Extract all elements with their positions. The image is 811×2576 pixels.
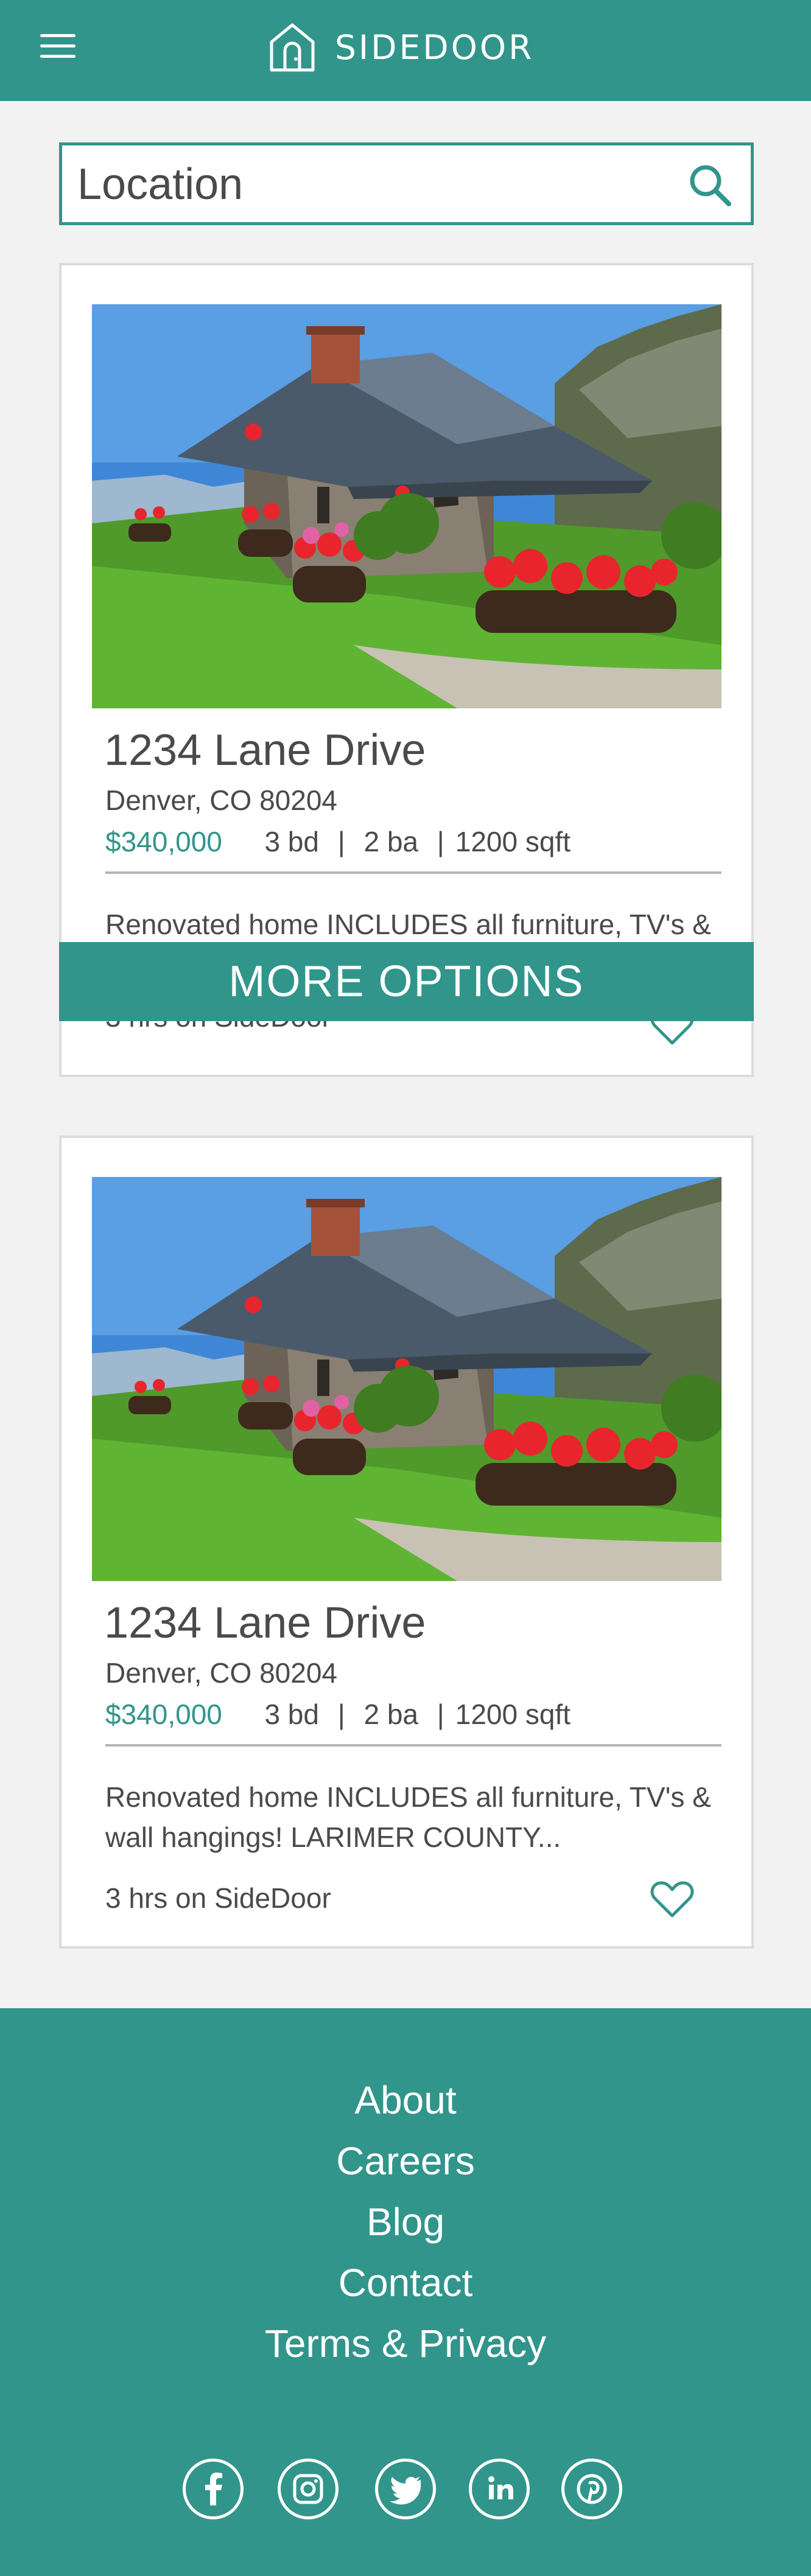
listing-photo[interactable] (92, 1177, 721, 1581)
listing-description: Renovated home INCLUDES all furniture, T… (105, 1781, 711, 1853)
twitter-icon[interactable] (375, 2459, 436, 2519)
footer-link-careers[interactable]: Careers (0, 2138, 811, 2183)
more-options-button[interactable]: MORE OPTIONS (59, 942, 754, 1021)
footer-link-blog[interactable]: Blog (0, 2199, 811, 2244)
footer-link-contact[interactable]: Contact (0, 2260, 811, 2305)
listing-beds: 3 bd (264, 1698, 319, 1730)
stat-separator: | (337, 1698, 345, 1730)
listing-city: Denver, CO 80204 (105, 784, 338, 816)
brand-name: SIDEDOOR (335, 28, 535, 67)
listing-baths: 2 ba (363, 1698, 419, 1730)
stat-separator: | (437, 826, 444, 857)
location-search (59, 142, 754, 225)
linkedin-icon[interactable] (469, 2459, 530, 2519)
heart-icon[interactable] (650, 1880, 694, 1919)
stat-separator: | (337, 826, 345, 857)
listing-city: Denver, CO 80204 (105, 1657, 338, 1689)
divider (105, 871, 721, 874)
brand-logo[interactable]: SIDEDOOR (268, 17, 534, 78)
house-door-icon (270, 23, 315, 72)
listing-card[interactable]: 1234 Lane Drive Denver, CO 80204 $340,00… (59, 1136, 754, 1949)
top-navigation-bar: SIDEDOOR (0, 0, 811, 101)
listing-address[interactable]: 1234 Lane Drive (104, 1598, 426, 1648)
footer-link-about[interactable]: About (0, 2078, 811, 2123)
hamburger-menu-icon[interactable] (38, 30, 79, 61)
listing-address[interactable]: 1234 Lane Drive (104, 725, 426, 775)
listing-photo[interactable] (92, 304, 721, 708)
facebook-icon[interactable] (183, 2459, 244, 2519)
stat-separator: | (437, 1698, 444, 1730)
pinterest-icon[interactable] (561, 2459, 622, 2519)
listing-beds: 3 bd (264, 826, 319, 857)
divider (105, 1744, 721, 1747)
listing-price: $340,000 (105, 826, 222, 857)
listing-stats: $340,000 3 bd | 2 ba | 1200 sqft (105, 1698, 571, 1731)
listing-baths: 2 ba (363, 826, 419, 857)
location-search-input[interactable] (77, 156, 656, 212)
listing-sqft: 1200 sqft (455, 1698, 571, 1730)
listing-sqft: 1200 sqft (455, 826, 571, 857)
footer-link-terms[interactable]: Terms & Privacy (0, 2321, 811, 2366)
search-icon[interactable] (687, 162, 732, 208)
listing-price: $340,000 (105, 1698, 222, 1730)
listing-time: 3 hrs on SideDoor (105, 1882, 331, 1914)
instagram-icon[interactable] (278, 2459, 339, 2519)
listing-stats: $340,000 3 bd | 2 ba | 1200 sqft (105, 825, 571, 858)
listing-description: Renovated home INCLUDES all furniture, T… (105, 909, 711, 940)
